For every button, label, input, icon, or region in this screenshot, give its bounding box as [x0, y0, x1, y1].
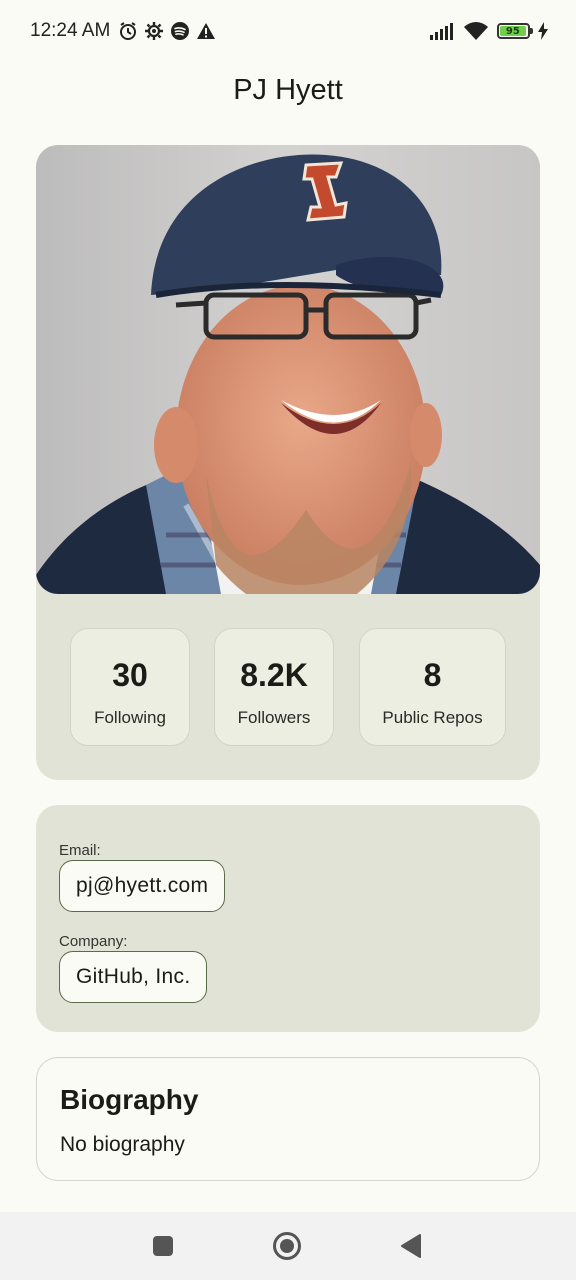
contact-card: Email: pj@hyett.com Company: GitHub, Inc… — [36, 805, 540, 1032]
settings-gear-icon — [144, 21, 164, 41]
status-time: 12:24 AM — [30, 20, 111, 41]
profile-screen: 12:24 AM 95 PJ Hyett 30 Following 8.2K F… — [0, 0, 576, 1280]
page-title: PJ Hyett — [233, 74, 343, 106]
alarm-icon — [118, 21, 138, 41]
spotify-icon — [170, 21, 190, 41]
square-icon — [153, 1236, 173, 1256]
stats-row: 30 Following 8.2K Followers 8 Public Rep… — [70, 628, 506, 746]
stat-public-repos[interactable]: 8 Public Repos — [359, 628, 506, 746]
triangle-back-icon — [401, 1234, 421, 1258]
recents-button[interactable] — [143, 1226, 183, 1266]
home-button[interactable] — [267, 1226, 307, 1266]
email-label: Email: — [59, 842, 101, 859]
charging-icon — [538, 22, 548, 40]
stat-label: Public Repos — [382, 708, 483, 727]
battery-level: 95 — [500, 26, 526, 37]
email-chip[interactable]: pj@hyett.com — [59, 860, 226, 912]
company-label: Company: — [59, 933, 128, 950]
signal-icon — [429, 22, 455, 40]
circle-home-icon — [273, 1232, 301, 1260]
stat-following[interactable]: 30 Following — [70, 628, 190, 746]
status-left: 12:24 AM — [30, 20, 216, 42]
stat-label: Following — [94, 708, 166, 727]
wifi-icon — [463, 21, 489, 41]
status-right: 95 — [429, 21, 548, 41]
biography-card: Biography No biography — [36, 1057, 540, 1181]
stat-followers[interactable]: 8.2K Followers — [214, 628, 334, 746]
profile-card: 30 Following 8.2K Followers 8 Public Rep… — [36, 145, 540, 780]
stat-value: 8.2K — [240, 657, 308, 693]
stat-label: Followers — [237, 708, 311, 727]
biography-text: No biography — [60, 1133, 185, 1156]
back-button[interactable] — [391, 1226, 431, 1266]
battery-icon: 95 — [497, 23, 533, 39]
stat-value: 30 — [112, 657, 148, 693]
biography-title: Biography — [60, 1084, 199, 1115]
stat-value: 8 — [423, 657, 442, 693]
company-chip[interactable]: GitHub, Inc. — [59, 951, 208, 1003]
warning-icon — [196, 21, 216, 41]
avatar — [36, 145, 540, 594]
status-bar: 12:24 AM 95 — [0, 0, 576, 62]
navigation-bar — [0, 1212, 576, 1280]
